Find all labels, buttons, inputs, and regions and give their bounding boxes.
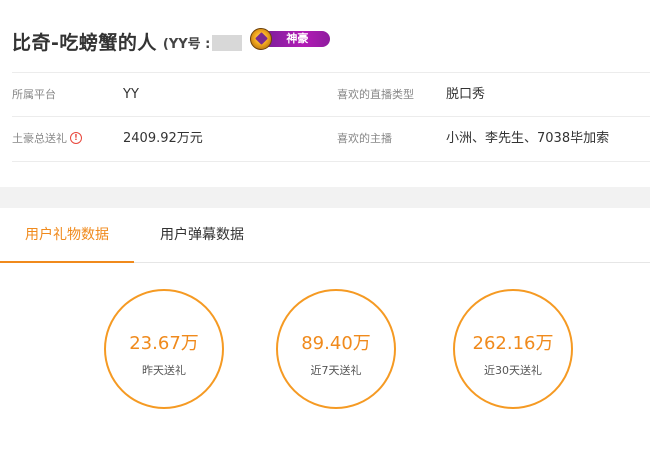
data-tabs: 用户礼物数据 用户弹幕数据 bbox=[0, 208, 650, 263]
stat-30days: 262.16万 近30天送礼 bbox=[453, 289, 573, 409]
fav-anchor-label: 喜欢的主播 bbox=[337, 132, 392, 145]
stat-30days-label: 近30天送礼 bbox=[484, 364, 542, 377]
user-data-panel: 用户礼物数据 用户弹幕数据 23.67万 昨天送礼 89.40万 近7天送礼 2… bbox=[0, 208, 650, 456]
total-gift-label-wrap: 土豪总送礼! bbox=[12, 117, 82, 161]
stat-7days-value: 89.40万 bbox=[301, 333, 371, 354]
info-row-gifts: 土豪总送礼! 2409.92万元 喜欢的主播 小洲、李先生、7038毕加索 bbox=[12, 116, 650, 162]
total-gift-value: 2409.92万元 bbox=[123, 131, 203, 146]
stat-yesterday-label: 昨天送礼 bbox=[142, 364, 186, 377]
platform-value: YY bbox=[123, 87, 139, 102]
rank-badge: 神豪 bbox=[250, 28, 332, 50]
rank-badge-label: 神豪 bbox=[264, 31, 331, 47]
live-type-value: 脱口秀 bbox=[446, 87, 486, 102]
live-type-label: 喜欢的直播类型 bbox=[337, 88, 414, 101]
profile-title-row: 比奇-吃螃蟹的人 (YY号 : 神豪 bbox=[12, 26, 332, 56]
stat-yesterday-value: 23.67万 bbox=[129, 333, 199, 354]
warning-icon[interactable]: ! bbox=[70, 132, 82, 144]
platform-label: 所属平台 bbox=[12, 88, 56, 101]
stat-30days-value: 262.16万 bbox=[472, 333, 554, 354]
yy-id-redacted bbox=[212, 34, 243, 51]
stat-7days-label: 近7天送礼 bbox=[310, 364, 362, 377]
user-profile-card: 比奇-吃螃蟹的人 (YY号 : 神豪 所属平台 YY 喜欢的直播类型 脱口秀 土… bbox=[0, 0, 650, 187]
fav-anchor-value: 小洲、李先生、7038毕加索 bbox=[446, 131, 610, 146]
yy-id-label: (YY号 : bbox=[162, 37, 211, 52]
total-gift-label: 土豪总送礼 bbox=[12, 132, 67, 145]
stat-7days: 89.40万 近7天送礼 bbox=[276, 289, 396, 409]
stat-yesterday: 23.67万 昨天送礼 bbox=[104, 289, 224, 409]
user-name: 比奇-吃螃蟹的人 bbox=[12, 31, 157, 54]
info-row-platform: 所属平台 YY 喜欢的直播类型 脱口秀 bbox=[12, 72, 650, 117]
tab-danmaku-data[interactable]: 用户弹幕数据 bbox=[134, 208, 270, 262]
tab-gift-data[interactable]: 用户礼物数据 bbox=[0, 208, 134, 263]
